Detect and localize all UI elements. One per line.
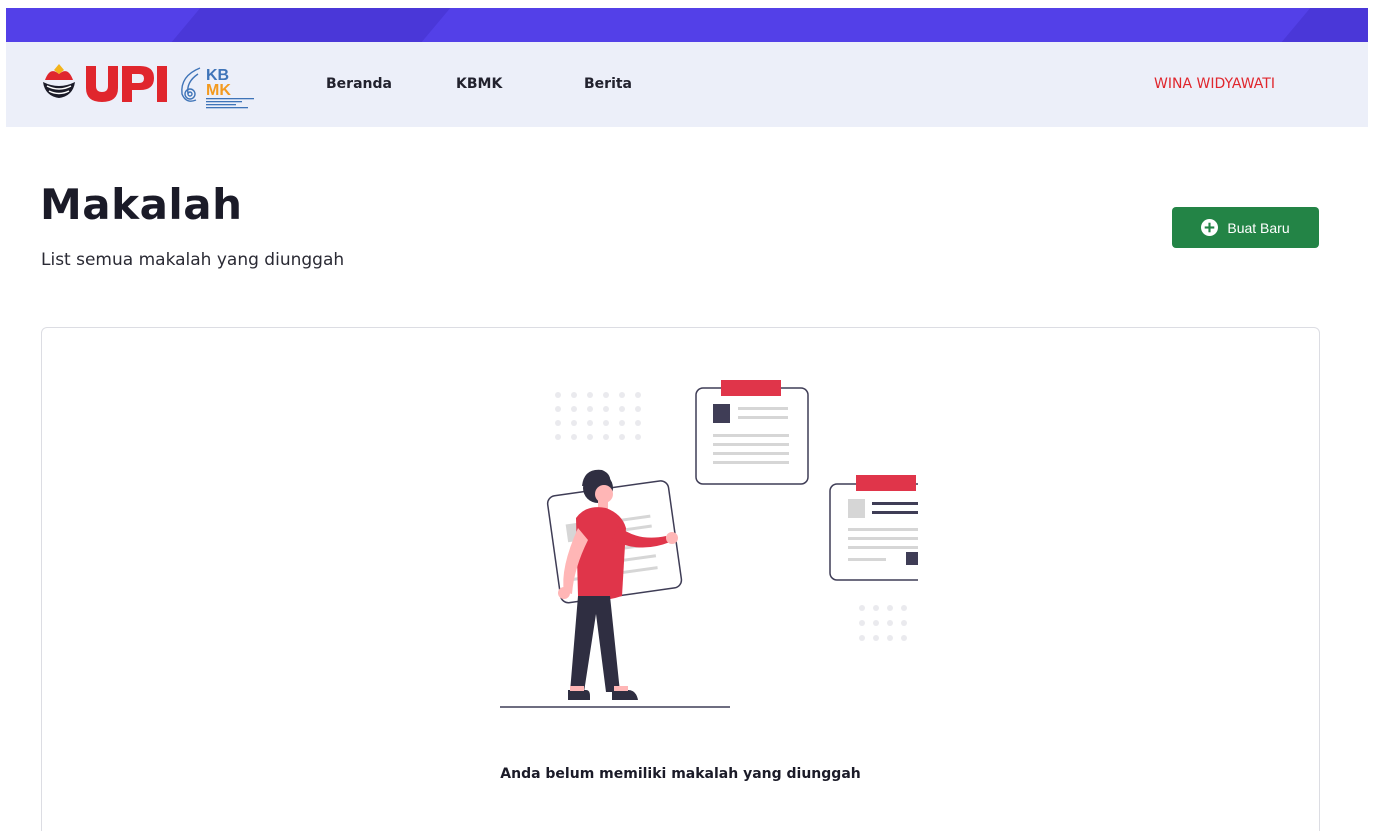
- top-band-stripe: [1278, 8, 1368, 42]
- dot-grid-decoration: [555, 392, 641, 440]
- person-with-documents-illustration: [500, 380, 918, 708]
- empty-state-message: Anda belum memiliki makalah yang diungga…: [500, 766, 861, 782]
- nav-item-kbmk[interactable]: KBMK: [456, 76, 506, 92]
- top-band-stripe: [168, 8, 454, 42]
- dot-grid-decoration: [859, 605, 907, 641]
- top-color-band: [6, 8, 1368, 42]
- kbmk-tagline: [206, 98, 254, 109]
- kbmk-text-bottom: MK: [206, 82, 231, 99]
- page-subtitle: List semua makalah yang diunggah: [41, 250, 345, 270]
- nav-item-berita[interactable]: Berita: [584, 76, 632, 92]
- nav-item-label: Berita: [584, 76, 633, 92]
- create-new-button[interactable]: Buat Baru: [1172, 207, 1319, 248]
- upi-letters: [86, 66, 167, 102]
- nav-item-beranda[interactable]: Beranda: [326, 76, 392, 92]
- page-title: Makalah: [40, 180, 243, 229]
- document-card: [829, 475, 918, 581]
- document-card: [695, 380, 809, 485]
- brand-logo[interactable]: KB MK: [40, 56, 270, 110]
- upi-emblem-icon: [43, 64, 75, 98]
- kbmk-swirl-icon: [181, 67, 201, 102]
- user-menu[interactable]: WINA WIDYAWATI: [1154, 76, 1279, 92]
- user-name: WINA WIDYAWATI: [1154, 76, 1275, 92]
- plus-circle-icon: [1201, 219, 1219, 236]
- empty-state-card: Anda belum memiliki makalah yang diungga…: [41, 327, 1320, 831]
- nav-item-label: KBMK: [456, 76, 503, 92]
- navbar: KB MK Beranda KBMK Berita WINA WIDYAWATI: [6, 42, 1368, 127]
- nav-item-label: Beranda: [326, 76, 392, 92]
- create-new-label: Buat Baru: [1227, 219, 1290, 236]
